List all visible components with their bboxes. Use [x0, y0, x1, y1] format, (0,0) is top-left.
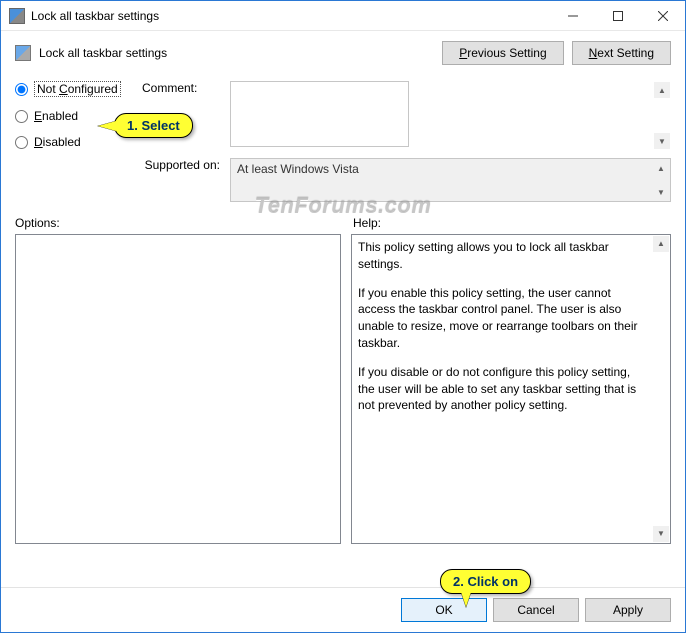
radio-not-configured-input[interactable]: [15, 83, 28, 96]
dialog-body: Lock all taskbar settings Previous Setti…: [1, 31, 685, 554]
scroll-down-icon[interactable]: ▼: [654, 133, 670, 149]
supported-on-text: At least Windows Vista: [237, 162, 359, 176]
previous-setting-button[interactable]: Previous Setting: [442, 41, 563, 65]
policy-dialog: Lock all taskbar settings Lock all taskb…: [0, 0, 686, 633]
window-title: Lock all taskbar settings: [31, 9, 550, 23]
options-label: Options:: [15, 216, 353, 230]
ok-button[interactable]: OK: [401, 598, 487, 622]
radio-not-configured-label[interactable]: Not Configured: [34, 81, 121, 97]
options-panel: [15, 234, 341, 544]
radio-not-configured[interactable]: Not Configured: [15, 81, 130, 97]
annotation-select: 1. Select: [114, 113, 193, 138]
prev-underline: P: [459, 46, 467, 60]
supported-label: Supported on:: [140, 158, 220, 172]
state-radio-group: Not Configured Enabled Disabled: [15, 81, 130, 149]
comment-scrollbar[interactable]: ▲ ▼: [654, 82, 670, 149]
supported-scrollbar: ▲ ▼: [653, 160, 669, 200]
dialog-footer: OK Cancel Apply: [1, 587, 685, 632]
titlebar: Lock all taskbar settings: [1, 1, 685, 31]
radio-disabled-label[interactable]: Disabled: [34, 135, 81, 149]
minimize-button[interactable]: [550, 1, 595, 30]
radio-disabled[interactable]: Disabled: [15, 135, 130, 149]
annotation-click: 2. Click on: [440, 569, 531, 594]
next-underline: N: [589, 46, 598, 60]
scroll-up-icon: ▲: [653, 160, 669, 176]
help-p3: If you disable or do not configure this …: [358, 364, 650, 414]
scroll-up-icon[interactable]: ▲: [654, 82, 670, 98]
comment-field[interactable]: [230, 81, 409, 147]
help-panel: This policy setting allows you to lock a…: [351, 234, 671, 544]
policy-icon: [15, 45, 31, 61]
close-button[interactable]: [640, 1, 685, 30]
next-setting-button[interactable]: Next Setting: [572, 41, 671, 65]
apply-button[interactable]: Apply: [585, 598, 671, 622]
app-icon: [9, 8, 25, 24]
scroll-down-icon: ▼: [653, 184, 669, 200]
radio-disabled-input[interactable]: [15, 136, 28, 149]
radio-enabled-label[interactable]: Enabled: [34, 109, 78, 123]
help-scrollbar[interactable]: ▲ ▼: [653, 236, 669, 542]
help-p2: If you enable this policy setting, the u…: [358, 285, 650, 352]
policy-title: Lock all taskbar settings: [39, 46, 442, 60]
cancel-button[interactable]: Cancel: [493, 598, 579, 622]
maximize-button[interactable]: [595, 1, 640, 30]
scroll-down-icon[interactable]: ▼: [653, 526, 669, 542]
help-p1: This policy setting allows you to lock a…: [358, 239, 650, 273]
help-label: Help:: [353, 216, 381, 230]
scroll-up-icon[interactable]: ▲: [653, 236, 669, 252]
radio-enabled-input[interactable]: [15, 110, 28, 123]
supported-on-field: At least Windows Vista ▲ ▼: [230, 158, 671, 202]
window-controls: [550, 1, 685, 30]
